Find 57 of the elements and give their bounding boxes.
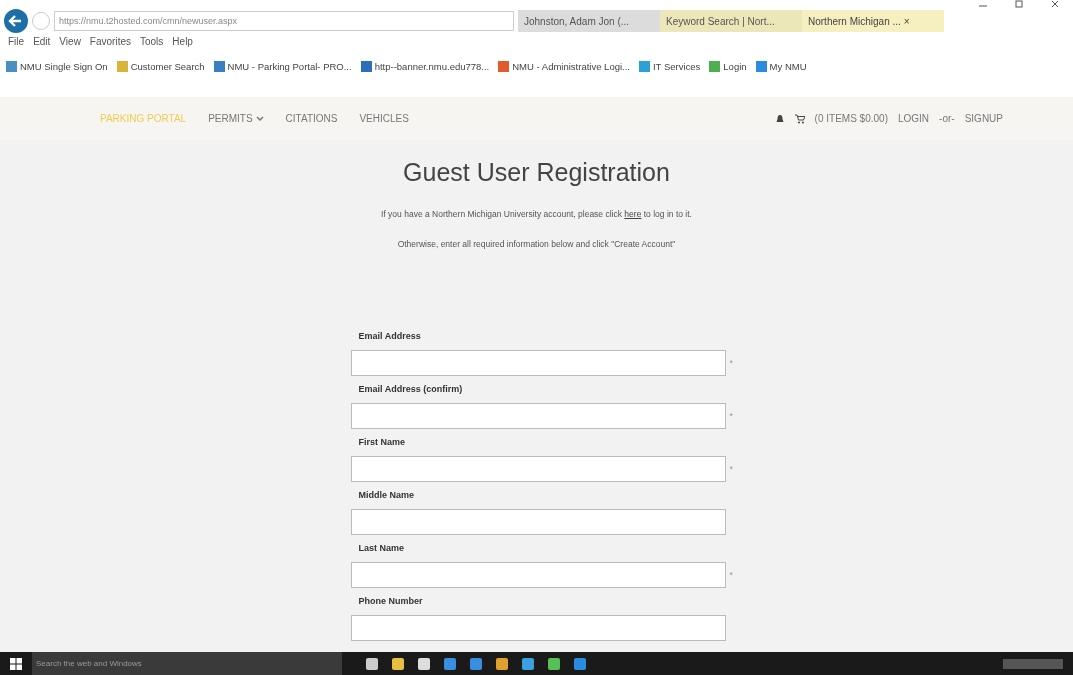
taskbar-app-icon[interactable] [366, 657, 378, 670]
menu-item[interactable]: Edit [33, 36, 51, 52]
menu-item[interactable]: View [59, 36, 81, 52]
tab-close-button[interactable]: × [903, 15, 910, 27]
field-label: Last Name [358, 543, 406, 553]
input-field[interactable] [350, 615, 726, 641]
taskbar-app-icon[interactable] [392, 657, 404, 670]
favorite-link[interactable]: My NMU [755, 60, 807, 72]
favorite-link[interactable]: Customer Search [116, 60, 205, 72]
favorite-link[interactable]: NMU - Parking Portal- PRO... [213, 60, 352, 72]
field-label: First Name [358, 437, 407, 447]
required-mark: * [729, 411, 733, 421]
login-link[interactable]: LOGIN [897, 113, 930, 124]
page-title: Guest User Registration [403, 158, 670, 187]
taskbar-app-icon[interactable] [548, 657, 560, 670]
menu-item[interactable]: Tools [140, 36, 164, 52]
here-link[interactable]: here [624, 209, 642, 219]
nav-link[interactable]: PERMITS [208, 113, 264, 124]
nav-link[interactable]: CITATIONS [285, 113, 338, 124]
cart-link[interactable]: (0 ITEMS $0.00) [814, 113, 888, 124]
required-mark: * [729, 358, 733, 368]
or-text: -or- [939, 113, 955, 124]
field-label: Middle Name [358, 490, 415, 500]
menu-item[interactable]: Help [172, 36, 193, 52]
address-bar[interactable]: https://nmu.t2hosted.com/cmn/newuser.aspx [54, 11, 514, 31]
favorite-link[interactable]: IT Services [639, 60, 701, 72]
taskbar-app-icon[interactable] [496, 657, 508, 670]
input-field[interactable] [350, 350, 726, 376]
bell-icon[interactable] [774, 113, 785, 124]
restore-icon[interactable] [1015, 0, 1023, 8]
intro-text: If you have a Northern Michigan University account, please click here to log in to it. [381, 209, 692, 219]
required-mark: * [729, 464, 733, 474]
close-icon[interactable] [1051, 0, 1059, 8]
cart-icon[interactable] [794, 113, 805, 124]
field-label: Email Address [358, 331, 422, 341]
taskbar-app-icon[interactable] [418, 657, 430, 670]
menu-item[interactable]: File [8, 36, 25, 52]
field-label: Email Address (confirm) [358, 384, 464, 394]
browser-tab[interactable]: Keyword Search | Nort... [660, 10, 802, 32]
favorite-link[interactable]: NMU Single Sign On [6, 60, 108, 72]
input-field[interactable] [350, 403, 726, 429]
input-field[interactable] [350, 456, 726, 482]
taskbar-app-icon[interactable] [522, 657, 534, 670]
favorite-link[interactable]: NMU - Administrative Logi... [498, 60, 630, 72]
required-mark: * [729, 570, 733, 580]
field-label: Phone Number [358, 596, 424, 606]
taskbar-search-field[interactable]: Search the web and Windows [32, 652, 342, 675]
favorite-link[interactable]: Login [709, 60, 747, 72]
windows-start-icon[interactable] [10, 657, 22, 670]
signup-link[interactable]: SIGNUP [964, 113, 1003, 124]
favorite-link[interactable]: http--banner.nmu.edu778... [360, 60, 490, 72]
menu-item[interactable]: Favorites [89, 36, 131, 52]
instructions-text: Otherwise, enter all required information below and click "Create Account" [397, 239, 676, 249]
browser-tab[interactable]: Northern Michigan ... × [802, 10, 944, 32]
input-field[interactable] [350, 509, 726, 535]
input-field[interactable] [350, 562, 726, 588]
nav-link[interactable]: VEHICLES [359, 113, 409, 124]
